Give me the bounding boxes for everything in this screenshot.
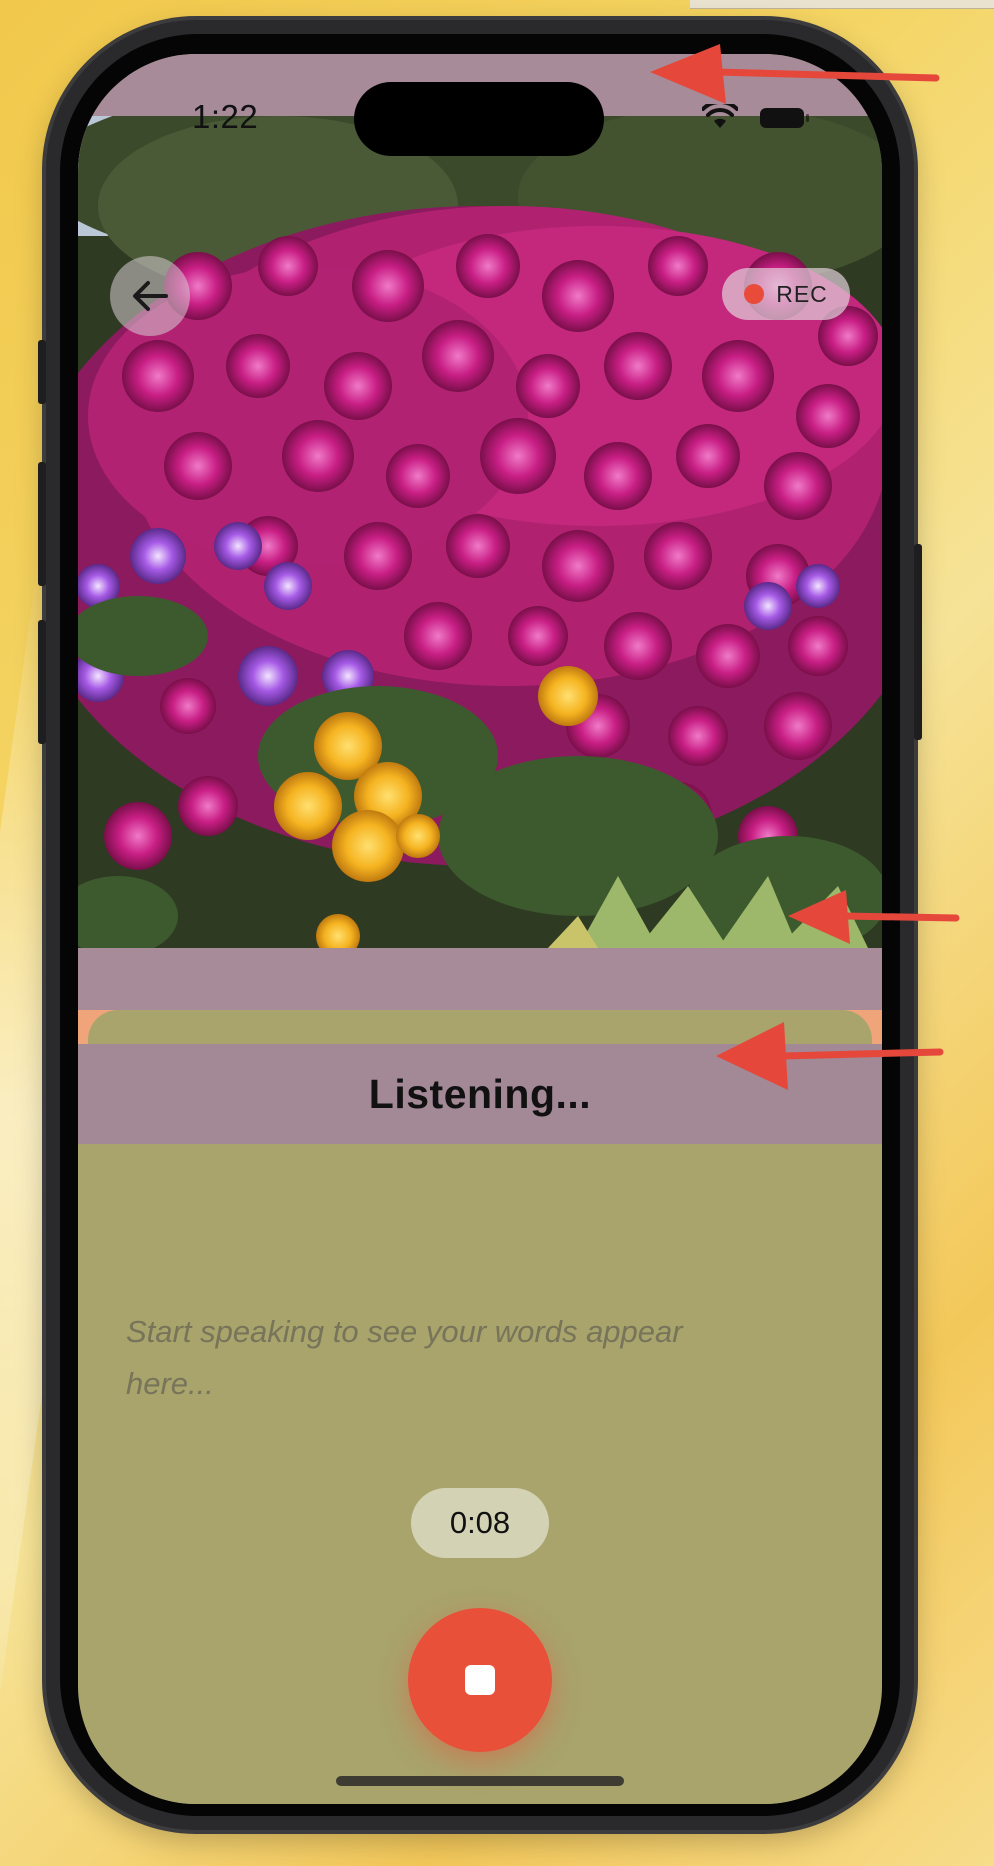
phone-screen: 1:22 REC Listening... Start speaking to … (78, 54, 882, 1804)
recording-timer: 0:08 (411, 1488, 549, 1558)
volume-up-button (38, 462, 46, 586)
annotation-arrow-top (650, 44, 940, 104)
stop-recording-button[interactable] (408, 1608, 552, 1752)
home-indicator[interactable] (336, 1776, 624, 1786)
recording-dot-icon (744, 284, 765, 304)
divider-highlight (78, 948, 882, 1010)
arrow-left-icon (133, 281, 168, 311)
annotation-arrow-middle (788, 890, 960, 944)
volume-down-button (38, 620, 46, 744)
rec-badge: REC (722, 268, 850, 320)
stop-icon (465, 1665, 495, 1695)
transcript-placeholder: Start speaking to see your words appear … (126, 1314, 683, 1401)
camera-photo (78, 116, 882, 948)
rec-label: REC (776, 280, 828, 307)
flower-photo-image (78, 116, 882, 948)
annotation-arrow-bottom (716, 1022, 944, 1090)
power-button (914, 544, 922, 740)
listening-title: Listening... (368, 1070, 592, 1117)
action-button (38, 340, 46, 404)
back-button[interactable] (110, 256, 190, 336)
background-window-edge (690, 0, 994, 9)
status-time: 1:22 (192, 98, 259, 135)
dynamic-island (354, 82, 604, 156)
